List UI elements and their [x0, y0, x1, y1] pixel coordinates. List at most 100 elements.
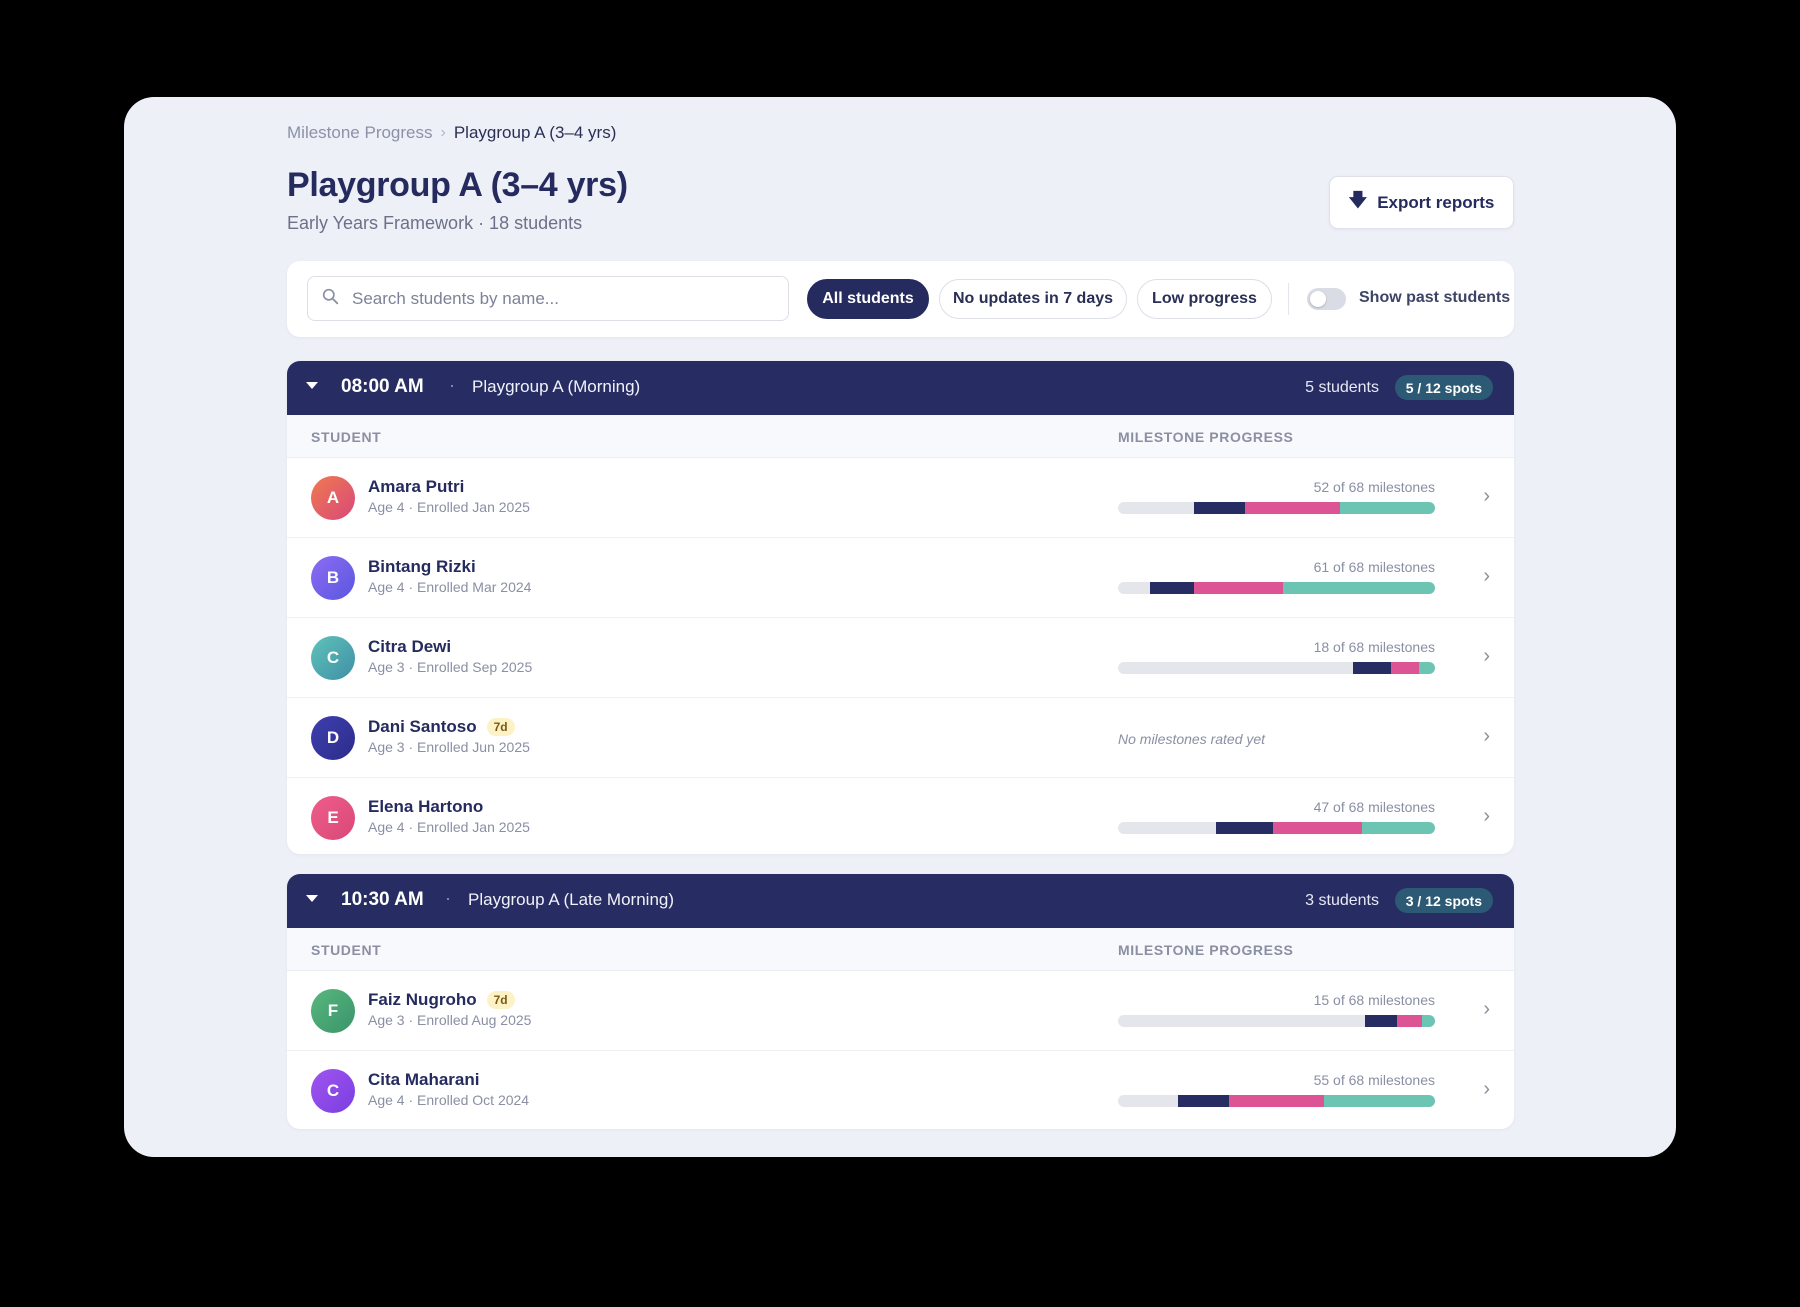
- student-name-line: Dani Santoso 7d: [368, 717, 515, 737]
- session-time: 08:00 AM: [341, 376, 424, 397]
- avatar: C: [311, 636, 355, 680]
- avatar: B: [311, 556, 355, 600]
- column-header: STUDENT MILESTONE PROGRESS: [287, 928, 1514, 971]
- chevron-right-icon[interactable]: ›: [1483, 1078, 1490, 1101]
- progress-segment-developing: [1273, 822, 1363, 834]
- milestone-count: 15 of 68 milestones: [1313, 992, 1435, 1008]
- milestone-count: 52 of 68 milestones: [1313, 479, 1435, 495]
- filter-divider: [1288, 283, 1289, 315]
- milestone-count: 55 of 68 milestones: [1313, 1072, 1435, 1088]
- avatar: A: [311, 476, 355, 520]
- progress-segment-developing: [1390, 662, 1420, 674]
- student-name[interactable]: Dani Santoso: [368, 717, 477, 737]
- student-row[interactable]: B Bintang Rizki Age 4 · Enrolled Mar 2024 6…: [287, 538, 1514, 618]
- progress-segment-emerging: [1365, 1015, 1397, 1027]
- group-header[interactable]: 08:00 AM · Playgroup A (Morning) 5 students…: [287, 361, 1514, 415]
- filter-chip-all-students[interactable]: All students: [807, 279, 929, 319]
- student-row[interactable]: C Citra Dewi Age 3 · Enrolled Sep 2025 18 o…: [287, 618, 1514, 698]
- student-name-line: Citra Dewi: [368, 637, 451, 657]
- student-meta: Age 4 · Enrolled Mar 2024: [368, 579, 532, 595]
- student-name[interactable]: Bintang Rizki: [368, 557, 476, 577]
- chevron-right-icon[interactable]: ›: [1483, 485, 1490, 508]
- milestone-count: 18 of 68 milestones: [1313, 639, 1435, 655]
- milestone-progress-bar: [1118, 662, 1435, 674]
- student-meta: Age 3 · Enrolled Sep 2025: [368, 659, 533, 675]
- breadcrumb: Milestone Progress › Playgroup A (3–4 yr…: [287, 123, 616, 143]
- collapse-caret-icon[interactable]: [306, 382, 318, 389]
- progress-segment-secure: [1362, 822, 1435, 834]
- separator-dot: ·: [445, 888, 451, 908]
- student-meta: Age 3 · Enrolled Aug 2025: [368, 1012, 532, 1028]
- spots-badge: 5 / 12 spots: [1394, 375, 1493, 400]
- milestone-progress-bar: [1118, 502, 1435, 514]
- progress-segment-emerging: [1216, 822, 1274, 834]
- session-time: 10:30 AM: [341, 889, 424, 910]
- page-title: Playgroup A (3–4 yrs): [287, 166, 628, 204]
- student-row[interactable]: A Amara Putri Age 4 · Enrolled Jan 2025 52 …: [287, 458, 1514, 538]
- student-row[interactable]: E Elena Hartono Age 4 · Enrolled Jan 2025 4…: [287, 778, 1514, 854]
- student-row[interactable]: C Cita Maharani Age 4 · Enrolled Oct 2024 5…: [287, 1051, 1514, 1129]
- student-name[interactable]: Faiz Nugroho: [368, 990, 477, 1010]
- progress-segment-developing: [1228, 1095, 1325, 1107]
- column-header-student: STUDENT: [311, 942, 382, 958]
- column-header-student: STUDENT: [311, 429, 382, 445]
- filter-chip-low-progress[interactable]: Low progress: [1137, 279, 1272, 319]
- student-name[interactable]: Citra Dewi: [368, 637, 451, 657]
- milestone-count: 61 of 68 milestones: [1313, 559, 1435, 575]
- milestone-progress-bar: [1118, 822, 1435, 834]
- progress-segment-secure: [1339, 502, 1435, 514]
- student-meta: Age 3 · Enrolled Jun 2025: [368, 739, 530, 755]
- no-milestones-text: No milestones rated yet: [1118, 731, 1266, 747]
- app-card: Milestone Progress › Playgroup A (3–4 yr…: [124, 97, 1676, 1157]
- chevron-right-icon[interactable]: ›: [1483, 565, 1490, 588]
- student-row[interactable]: D Dani Santoso 7d Age 3 · Enrolled Jun 2025…: [287, 698, 1514, 778]
- student-name-line: Cita Maharani: [368, 1070, 479, 1090]
- student-meta: Age 4 · Enrolled Oct 2024: [368, 1092, 530, 1108]
- chevron-right-icon[interactable]: ›: [1483, 725, 1490, 748]
- show-past-students-toggle[interactable]: [1307, 288, 1346, 310]
- student-name-line: Elena Hartono: [368, 797, 483, 817]
- student-name-line: Faiz Nugroho 7d: [368, 990, 515, 1010]
- search-box[interactable]: [307, 276, 789, 321]
- search-icon: [308, 288, 352, 310]
- filter-bar: All students No updates in 7 days Low pr…: [287, 261, 1514, 337]
- class-group: 08:00 AM · Playgroup A (Morning) 5 students…: [287, 361, 1514, 854]
- page-subtitle: Early Years Framework · 18 students: [287, 213, 583, 233]
- progress-segment-secure: [1324, 1095, 1435, 1107]
- progress-segment-emerging: [1352, 662, 1391, 674]
- chevron-right-icon[interactable]: ›: [1483, 998, 1490, 1021]
- student-name[interactable]: Amara Putri: [368, 477, 464, 497]
- session-name: Playgroup A (Morning): [472, 377, 641, 396]
- column-header: STUDENT MILESTONE PROGRESS: [287, 415, 1514, 458]
- chevron-right-icon[interactable]: ›: [1483, 645, 1490, 668]
- student-row[interactable]: F Faiz Nugroho 7d Age 3 · Enrolled Aug 2025…: [287, 971, 1514, 1051]
- student-name[interactable]: Cita Maharani: [368, 1070, 479, 1090]
- search-input[interactable]: [352, 288, 772, 309]
- filter-chip-no-updates[interactable]: No updates in 7 days: [939, 279, 1127, 319]
- progress-segment-developing: [1194, 582, 1283, 594]
- breadcrumb-current: Playgroup A (3–4 yrs): [453, 123, 617, 142]
- show-past-students-label: Show past students: [1359, 289, 1511, 306]
- milestone-progress-bar: [1118, 1095, 1435, 1107]
- chevron-right-icon[interactable]: ›: [1483, 805, 1490, 828]
- group-header[interactable]: 10:30 AM · Playgroup A (Late Morning) 3 stu…: [287, 874, 1514, 928]
- progress-segment-emerging: [1194, 502, 1245, 514]
- progress-segment-secure: [1282, 582, 1435, 594]
- session-name: Playgroup A (Late Morning): [468, 890, 675, 909]
- milestone-count: 47 of 68 milestones: [1313, 799, 1435, 815]
- student-meta: Age 4 · Enrolled Jan 2025: [368, 819, 530, 835]
- student-name[interactable]: Elena Hartono: [368, 797, 483, 817]
- stale-badge: 7d: [486, 991, 515, 1009]
- student-name-line: Bintang Rizki: [368, 557, 476, 577]
- avatar: C: [311, 1069, 355, 1113]
- collapse-caret-icon[interactable]: [306, 895, 318, 902]
- download-arrow-icon: 🡇: [1348, 189, 1368, 210]
- breadcrumb-parent-link[interactable]: Milestone Progress: [287, 123, 433, 143]
- toggle-knob: [1310, 291, 1326, 307]
- column-header-progress: MILESTONE PROGRESS: [1118, 429, 1294, 445]
- progress-segment-developing: [1396, 1015, 1423, 1027]
- progress-segment-emerging: [1149, 582, 1195, 594]
- milestone-progress-bar: [1118, 1015, 1435, 1027]
- avatar: F: [311, 989, 355, 1033]
- export-reports-button[interactable]: 🡇 Export reports: [1329, 176, 1514, 229]
